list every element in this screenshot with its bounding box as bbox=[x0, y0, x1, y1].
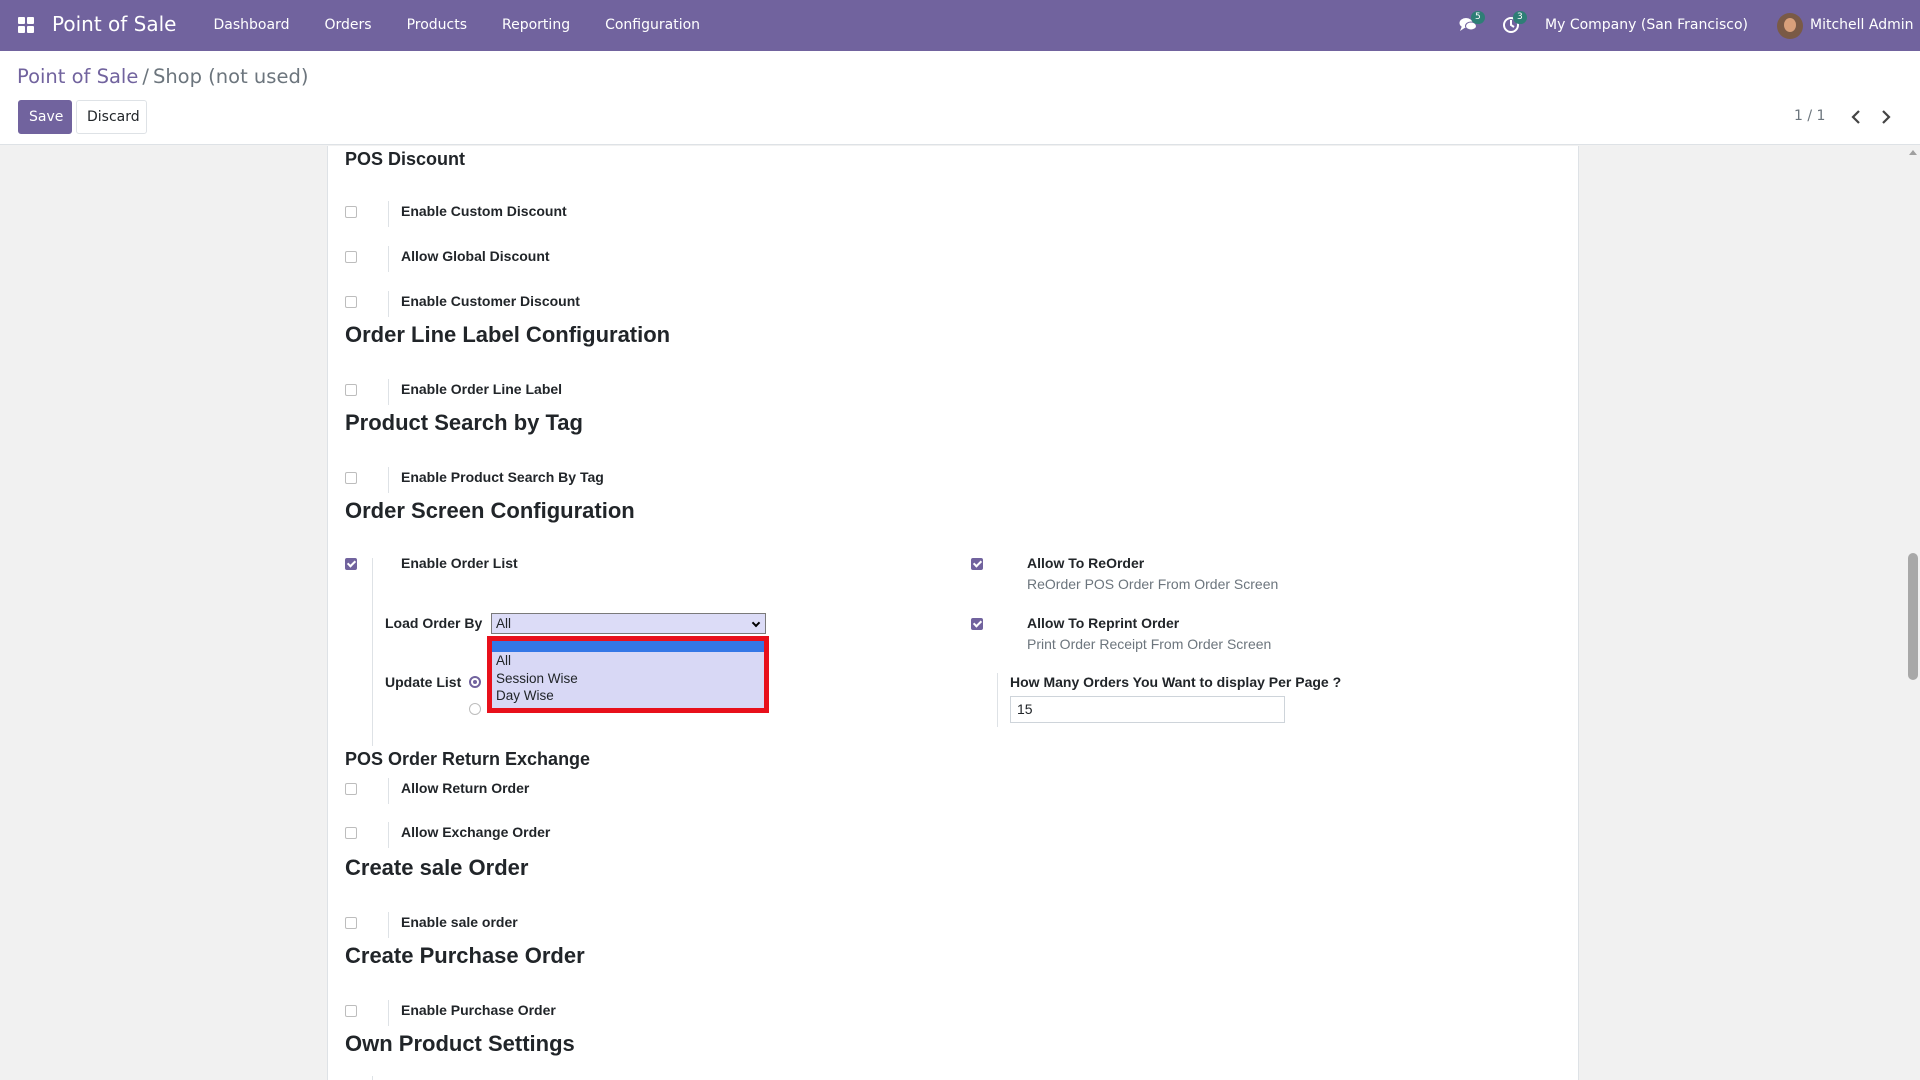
setting-divider bbox=[388, 822, 389, 848]
orders-per-page-label: How Many Orders You Want to display Per … bbox=[1010, 674, 1342, 690]
setting-divider bbox=[388, 291, 389, 317]
enable-order-line-label-checkbox[interactable] bbox=[345, 384, 357, 396]
breadcrumb-parent[interactable]: Point of Sale bbox=[17, 65, 138, 88]
orders-per-page-input[interactable]: 15 bbox=[1010, 696, 1285, 723]
load-order-by-dropdown: All Session Wise Day Wise bbox=[487, 636, 769, 713]
menu-configuration[interactable]: Configuration bbox=[588, 0, 718, 51]
section-title-return-exchange: POS Order Return Exchange bbox=[345, 749, 591, 769]
update-list-radio-2[interactable] bbox=[469, 703, 481, 715]
update-list-label: Update List bbox=[385, 674, 462, 690]
chevron-down-icon bbox=[751, 618, 761, 628]
discard-button[interactable]: Discard bbox=[76, 100, 147, 134]
load-order-by-select[interactable]: All bbox=[491, 613, 766, 634]
enable-product-search-by-tag-checkbox[interactable] bbox=[345, 472, 357, 484]
setting-divider bbox=[388, 1000, 389, 1026]
enable-purchase-order-label: Enable Purchase Order bbox=[401, 1002, 556, 1018]
setting-divider bbox=[388, 246, 389, 272]
chat-icon[interactable]: 5 bbox=[1459, 11, 1485, 33]
enable-order-list-checkbox[interactable] bbox=[345, 558, 357, 570]
pager-next-icon[interactable] bbox=[1876, 108, 1896, 126]
form-sheet: POS Discount Enable Custom Discount Allo… bbox=[327, 146, 1579, 1080]
enable-order-list-label: Enable Order List bbox=[401, 555, 518, 571]
enable-customer-discount-checkbox[interactable] bbox=[345, 296, 357, 308]
main-menu: Dashboard Orders Products Reporting Conf… bbox=[196, 0, 718, 51]
chat-count-badge: 5 bbox=[1471, 11, 1485, 24]
top-navbar: Point of Sale Dashboard Orders Products … bbox=[0, 0, 1920, 51]
pager-previous-icon[interactable] bbox=[1846, 108, 1866, 126]
allow-reorder-label: Allow To ReOrder bbox=[1027, 555, 1145, 571]
save-button[interactable]: Save bbox=[18, 100, 72, 134]
allow-global-discount-checkbox[interactable] bbox=[345, 251, 357, 263]
page-scrollbar[interactable] bbox=[1906, 146, 1920, 1080]
allow-exchange-order-checkbox[interactable] bbox=[345, 827, 357, 839]
section-title-purchase-order: Create Purchase Order bbox=[345, 943, 585, 968]
section-title-product-search: Product Search by Tag bbox=[345, 410, 583, 435]
breadcrumb-separator: / bbox=[142, 65, 149, 88]
breadcrumb: Point of Sale / Shop (not used) bbox=[17, 65, 308, 88]
menu-orders[interactable]: Orders bbox=[307, 0, 389, 51]
allow-reprint-checkbox[interactable] bbox=[971, 618, 983, 630]
setting-divider bbox=[997, 673, 998, 727]
section-title-order-screen: Order Screen Configuration bbox=[345, 498, 635, 523]
allow-exchange-order-label: Allow Exchange Order bbox=[401, 824, 551, 840]
section-title-order-line-label: Order Line Label Configuration bbox=[345, 322, 671, 347]
dropdown-option-all[interactable]: All bbox=[496, 653, 511, 669]
enable-custom-discount-label: Enable Custom Discount bbox=[401, 203, 567, 219]
enable-product-search-by-tag-label: Enable Product Search By Tag bbox=[401, 469, 604, 485]
activity-clock-icon[interactable]: 3 bbox=[1502, 11, 1527, 34]
allow-global-discount-label: Allow Global Discount bbox=[401, 248, 550, 264]
setting-divider bbox=[372, 1076, 373, 1080]
load-order-by-value: All bbox=[496, 616, 512, 631]
load-order-by-label: Load Order By bbox=[385, 615, 483, 631]
enable-order-line-label-label: Enable Order Line Label bbox=[401, 381, 563, 397]
setting-divider bbox=[372, 558, 373, 746]
allow-reprint-label: Allow To Reprint Order bbox=[1027, 615, 1180, 631]
section-title-sale-order: Create sale Order bbox=[345, 855, 529, 880]
enable-purchase-order-checkbox[interactable] bbox=[345, 1005, 357, 1017]
apps-menu-icon[interactable] bbox=[18, 17, 34, 33]
enable-customer-discount-label: Enable Customer Discount bbox=[401, 293, 580, 309]
breadcrumb-current: Shop (not used) bbox=[152, 65, 309, 88]
dropdown-option-day-wise[interactable]: Day Wise bbox=[496, 688, 554, 704]
scrollbar-thumb[interactable] bbox=[1908, 553, 1918, 680]
control-panel: Point of Sale / Shop (not used) Save Disca… bbox=[0, 51, 1920, 145]
setting-divider bbox=[388, 379, 389, 405]
user-menu[interactable]: Mitchell Admin bbox=[1810, 0, 1914, 51]
setting-divider bbox=[388, 912, 389, 938]
enable-sale-order-checkbox[interactable] bbox=[345, 917, 357, 929]
menu-products[interactable]: Products bbox=[389, 0, 484, 51]
allow-return-order-checkbox[interactable] bbox=[345, 783, 357, 795]
setting-divider bbox=[388, 467, 389, 493]
update-list-radio-1[interactable] bbox=[469, 676, 481, 688]
section-title-own-product: Own Product Settings bbox=[345, 1031, 575, 1056]
dropdown-option-session-wise[interactable]: Session Wise bbox=[496, 671, 578, 687]
menu-reporting[interactable]: Reporting bbox=[485, 0, 588, 51]
user-avatar[interactable] bbox=[1777, 13, 1803, 39]
section-title-pos-discount: POS Discount bbox=[345, 149, 466, 169]
allow-reorder-checkbox[interactable] bbox=[971, 558, 983, 570]
dropdown-option-blank[interactable] bbox=[492, 641, 764, 652]
enable-sale-order-label: Enable sale order bbox=[401, 914, 518, 930]
company-switcher[interactable]: My Company (San Francisco) bbox=[1545, 0, 1748, 51]
setting-divider bbox=[388, 778, 389, 804]
allow-reprint-description: Print Order Receipt From Order Screen bbox=[1027, 636, 1272, 652]
activity-count-badge: 3 bbox=[1513, 11, 1527, 24]
allow-return-order-label: Allow Return Order bbox=[401, 780, 530, 796]
app-brand[interactable]: Point of Sale bbox=[52, 12, 176, 36]
menu-dashboard[interactable]: Dashboard bbox=[196, 0, 307, 51]
enable-custom-discount-checkbox[interactable] bbox=[345, 206, 357, 218]
scroll-up-arrow-icon[interactable] bbox=[1909, 150, 1917, 155]
allow-reorder-description: ReOrder POS Order From Order Screen bbox=[1027, 576, 1279, 592]
pager-value[interactable]: 1 / 1 bbox=[1794, 108, 1825, 124]
setting-divider bbox=[388, 201, 389, 227]
